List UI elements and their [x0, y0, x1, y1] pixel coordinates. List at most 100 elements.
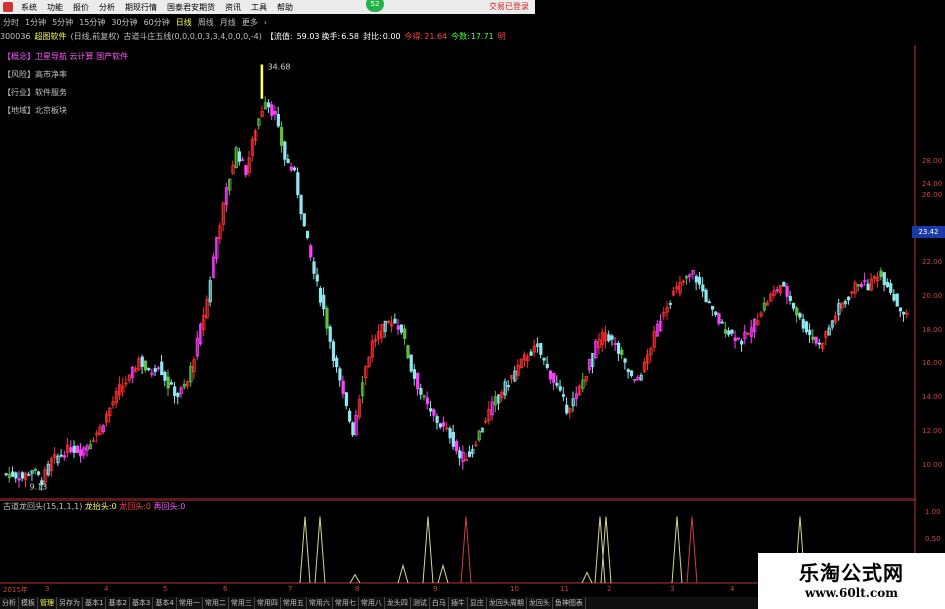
tab-template[interactable]: 模板 [19, 597, 38, 609]
current-price-tag: 23.42 [912, 226, 945, 238]
period-tab-daily[interactable]: 日线 [173, 17, 195, 28]
tab-basic-3[interactable]: 基本3 [130, 597, 154, 609]
stock-code: 300036 [0, 32, 31, 41]
watermark-url: www.60lt.com [805, 586, 898, 600]
candle-body [276, 114, 280, 127]
period-tab-weekly[interactable]: 周线 [195, 17, 217, 28]
menu-item-news[interactable]: 资讯 [220, 2, 246, 13]
candle-body [565, 404, 569, 414]
menu-item-gtja-futures[interactable]: 国泰君安期货 [162, 2, 220, 13]
tab-fish-chart[interactable]: 鱼神图表 [553, 597, 586, 609]
turnover-value: 6.58 [341, 32, 360, 41]
tab-common-6[interactable]: 常用六 [307, 597, 333, 609]
price-axis: 28.00 26.00 22.00 20.00 18.00 16.00 14.0… [916, 45, 945, 500]
period-toolbar: 分时 1分钟 5分钟 15分钟 30分钟 60分钟 日线 周线 月线 更多 › [0, 15, 945, 29]
tab-bull[interactable]: 插牛 [449, 597, 468, 609]
menu-item-futures-spot[interactable]: 期现行情 [120, 2, 162, 13]
period-tab-more[interactable]: 更多 [239, 17, 261, 28]
candle-body [859, 284, 864, 287]
tab-basic-2[interactable]: 基本2 [106, 597, 130, 609]
candle-body [707, 301, 711, 304]
tab-common-4[interactable]: 常用四 [255, 597, 281, 609]
candle-body [432, 409, 436, 416]
tab-test[interactable]: 测试 [411, 597, 430, 609]
candle-body [412, 369, 417, 379]
month-label: 7 [288, 585, 293, 593]
candlestick-chart[interactable]: 34.68 9.13 [0, 45, 916, 500]
menu-item-help[interactable]: 帮助 [272, 2, 298, 13]
menu-item-function[interactable]: 功能 [42, 2, 68, 13]
candle-body [555, 382, 559, 386]
candle-body [866, 283, 870, 291]
tab-save-as[interactable]: 另存为 [57, 597, 83, 609]
menu-item-tools[interactable]: 工具 [246, 2, 272, 13]
tab-common-5[interactable]: 常用五 [281, 597, 307, 609]
tab-dragon-return-cycle[interactable]: 龙回头周期 [487, 597, 527, 609]
main-indicator-name[interactable]: 古道斗庄五线(0,0,0,0,3,3,4,0,0,0,-4) [123, 32, 262, 41]
candle-body [143, 360, 148, 371]
signal-spike [299, 516, 311, 584]
tab-dragon-head-4[interactable]: 龙头四 [385, 597, 411, 609]
period-tab-intraday[interactable]: 分时 [0, 17, 22, 28]
period-tab-5min[interactable]: 5分钟 [49, 17, 76, 28]
candle-body [442, 422, 446, 427]
tab-show-dealer[interactable]: 显庄 [468, 597, 487, 609]
tab-common-1[interactable]: 常用一 [177, 597, 203, 609]
tab-analysis[interactable]: 分析 [0, 597, 19, 609]
info-extra: 明 [497, 32, 506, 41]
month-label: 3 [45, 585, 50, 593]
period-tab-60min[interactable]: 60分钟 [141, 17, 173, 28]
period-tab-1min[interactable]: 1分钟 [22, 17, 49, 28]
tab-common-3[interactable]: 常用三 [229, 597, 255, 609]
candle-body [17, 478, 21, 481]
signal-spike [422, 516, 434, 584]
candle-body [348, 410, 352, 422]
tab-dragon-return[interactable]: 龙回头 [527, 597, 553, 609]
sub-y-tick: 1.00 [925, 508, 941, 516]
candle-body [425, 397, 430, 405]
candle-body [69, 447, 73, 452]
app-logo-icon [3, 2, 13, 12]
candle-body [335, 357, 339, 368]
period-tab-15min[interactable]: 15分钟 [76, 17, 108, 28]
candle-body [610, 335, 614, 340]
candle-body [419, 388, 423, 395]
candle-body [4, 473, 8, 476]
tab-basic-4[interactable]: 基本4 [153, 597, 177, 609]
candle-body [299, 194, 303, 215]
template-tab-bar: 分析 模板 管理 另存为 基本1 基本2 基本3 基本4 常用一 常用二 常用三… [0, 597, 770, 609]
trade-login-status[interactable]: 交易已登录 [489, 1, 529, 12]
candle-body [435, 416, 439, 423]
period-tab-30min[interactable]: 30分钟 [108, 17, 140, 28]
y-tick: 14.00 [922, 393, 943, 401]
menu-item-quote[interactable]: 报价 [68, 2, 94, 13]
candle-body [558, 386, 562, 391]
y-tick: 28.00 [922, 157, 943, 165]
chevron-right-icon[interactable]: › [261, 18, 270, 27]
turnover-label: 换手: [321, 32, 341, 41]
sub-indicator-label: 古道龙回头(15,1,1,1) 龙抬头:0 龙回头:0 再回头:0 [3, 502, 186, 511]
candle-body [740, 340, 744, 345]
tab-white-horse[interactable]: 白马 [430, 597, 449, 609]
candle-body [75, 445, 80, 454]
candle-body [791, 302, 796, 309]
candle-body [351, 422, 355, 436]
candles-group [4, 64, 909, 491]
period-tab-monthly[interactable]: 月线 [217, 17, 239, 28]
chart-mode: (日线,前复权) [70, 32, 120, 41]
candle-body [292, 167, 297, 171]
tab-manage[interactable]: 管理 [38, 597, 57, 609]
menu-item-system[interactable]: 系统 [16, 2, 42, 13]
candle-body [341, 380, 345, 394]
candle-body [552, 372, 556, 383]
menu-item-analysis[interactable]: 分析 [94, 2, 120, 13]
tab-common-2[interactable]: 常用二 [203, 597, 229, 609]
today-days-label: 今数: [451, 32, 470, 41]
tab-basic-1[interactable]: 基本1 [83, 597, 107, 609]
candle-body [27, 473, 31, 476]
month-label: 4 [730, 585, 735, 593]
tab-common-8[interactable]: 常用八 [359, 597, 385, 609]
candle-body [616, 342, 621, 354]
candle-body [305, 230, 310, 239]
tab-common-7[interactable]: 常用七 [333, 597, 359, 609]
